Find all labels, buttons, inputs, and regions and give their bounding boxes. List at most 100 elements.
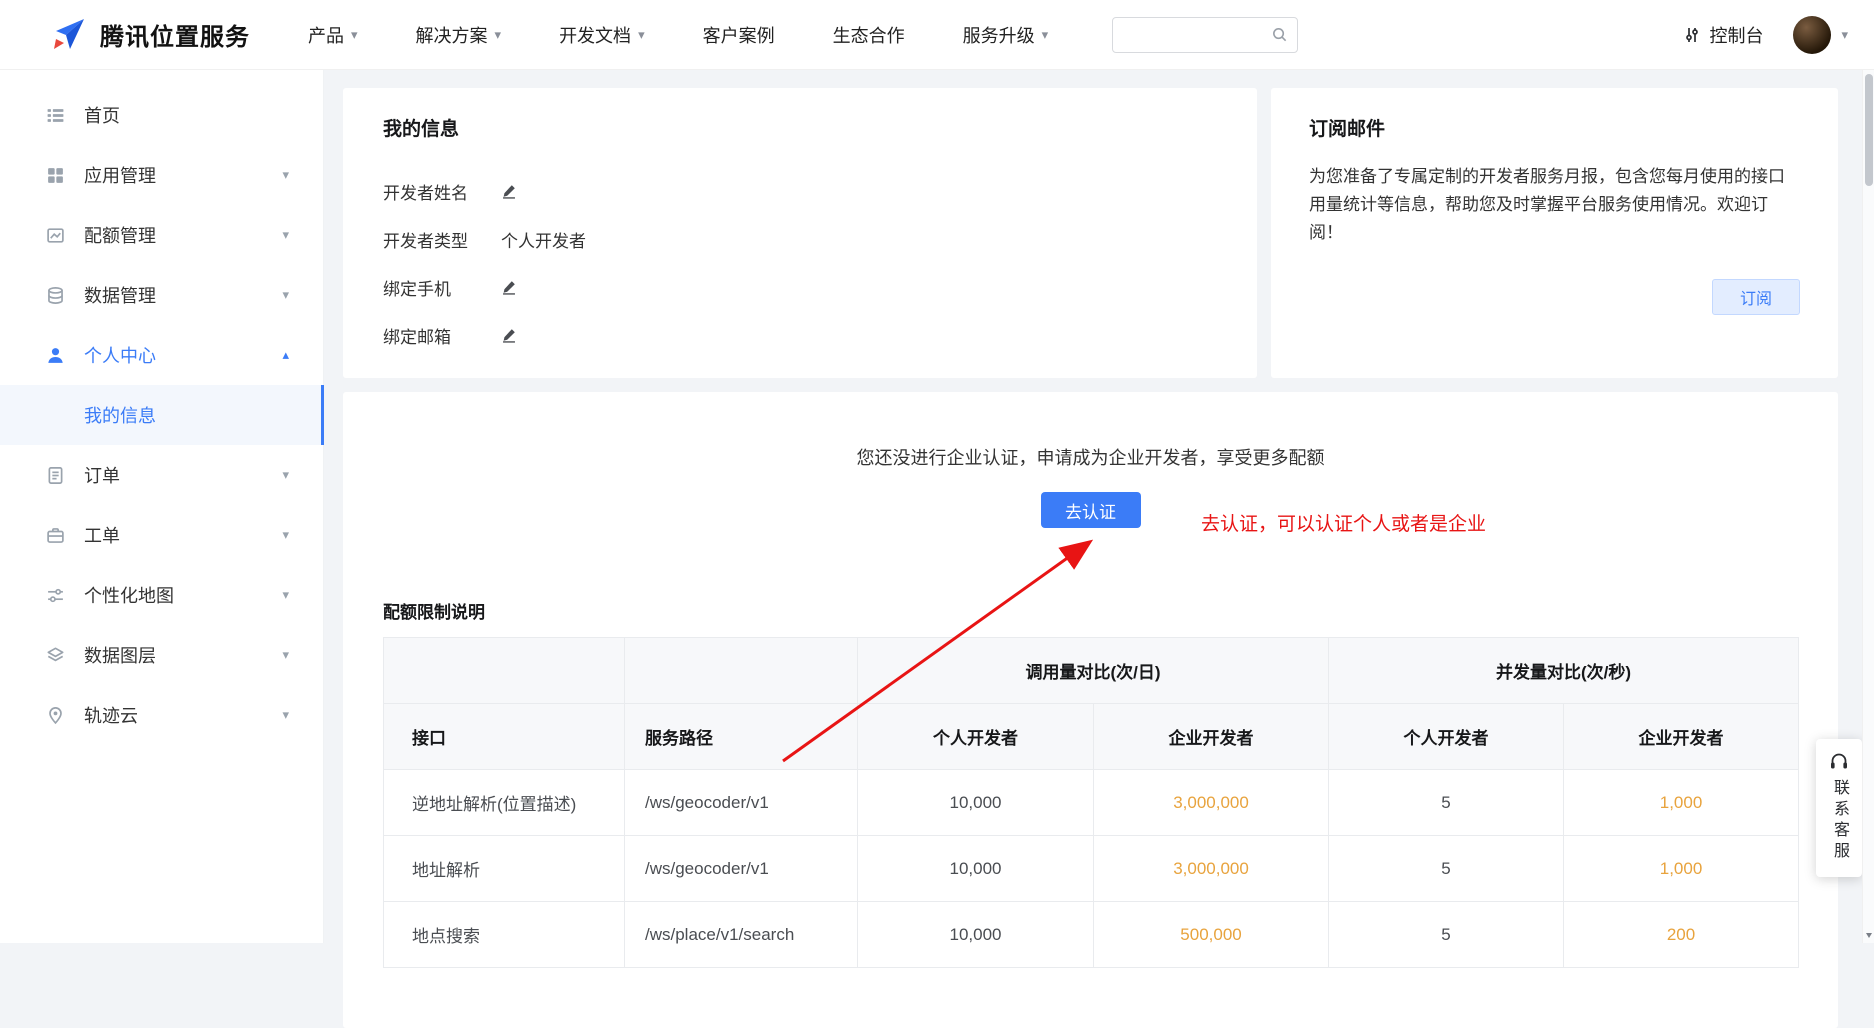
chevron-down-icon[interactable]: ▾ — [1841, 28, 1848, 41]
scroll-down-arrow[interactable] — [1866, 933, 1872, 938]
path-cell: /ws/geocoder/v1 — [625, 836, 858, 902]
sidebar-item-label: 应用管理 — [84, 162, 156, 188]
chevron-down-icon: ▾ — [282, 287, 289, 303]
nav-item-ecosystem[interactable]: 生态合作 — [833, 22, 905, 48]
sidebar-item-label: 个人中心 — [84, 342, 156, 368]
profile-row-type: 开发者类型 个人开发者 — [383, 215, 1217, 263]
headset-icon — [1829, 751, 1849, 771]
nav-item-docs[interactable]: 开发文档 ▾ — [559, 22, 645, 48]
profile-row-label: 绑定手机 — [383, 275, 501, 300]
personal-qps-cell: 5 — [1329, 836, 1564, 902]
chevron-down-icon: ▾ — [282, 227, 289, 243]
console-link[interactable]: 控制台 — [1683, 22, 1763, 48]
certification-card: 您还没进行企业认证，申请成为企业开发者，享受更多配额 去认证 去认证，可以认证个… — [343, 392, 1838, 1028]
sidebar-item-orders[interactable]: 订单 ▾ — [0, 445, 323, 505]
chevron-down-icon: ▾ — [282, 467, 289, 483]
sidebar-item-home[interactable]: 首页 — [0, 85, 323, 145]
sidebar-item-custom-map[interactable]: 个性化地图 ▾ — [0, 565, 323, 625]
sidebar-item-layers[interactable]: 数据图层 ▾ — [0, 625, 323, 685]
navbar-right: 控制台 ▾ — [1683, 16, 1848, 54]
sidebar-item-tickets[interactable]: 工单 ▾ — [0, 505, 323, 565]
scrollbar[interactable] — [1862, 70, 1874, 943]
sidebar-item-quota[interactable]: 配额管理 ▾ — [0, 205, 323, 265]
nav-item-label: 开发文档 — [559, 22, 631, 48]
sidebar-item-label: 订单 — [84, 462, 120, 488]
profile-card: 我的信息 开发者姓名 开发者类型 个人开发者 绑定手机 — [343, 88, 1257, 378]
nav-item-label: 客户案例 — [703, 22, 775, 48]
api-cell: 逆地址解析(位置描述) — [384, 770, 625, 836]
enterprise-qps-cell: 1,000 — [1564, 836, 1799, 902]
sidebar-item-track-cloud[interactable]: 轨迹云 ▾ — [0, 685, 323, 745]
edit-icon[interactable] — [501, 327, 517, 343]
primary-nav: 产品 ▾ 解决方案 ▾ 开发文档 ▾ 客户案例 生态合作 服务升级 ▾ — [308, 22, 1048, 48]
sidebar-subitem-my-info[interactable]: 我的信息 — [0, 385, 323, 445]
developer-type-value: 个人开发者 — [501, 227, 586, 252]
sidebar-item-label: 工单 — [84, 522, 120, 548]
column-header-personal: 个人开发者 — [858, 704, 1094, 770]
go-certify-button[interactable]: 去认证 — [1041, 492, 1141, 528]
nav-item-upgrade[interactable]: 服务升级 ▾ — [963, 22, 1049, 48]
quota-chart-icon — [46, 225, 66, 245]
brand[interactable]: 腾讯位置服务 — [48, 15, 250, 55]
chevron-down-icon: ▾ — [282, 587, 289, 603]
console-icon — [1683, 26, 1701, 44]
sidebar-item-label: 个性化地图 — [84, 582, 174, 608]
order-document-icon — [46, 465, 66, 485]
enterprise-daily-cell: 3,000,000 — [1094, 836, 1329, 902]
quota-table: 调用量对比(次/日) 并发量对比(次/秒) 接口 服务路径 个人开发者 企业开发… — [383, 637, 1799, 968]
search-icon[interactable] — [1261, 26, 1297, 43]
subscribe-card-title: 订阅邮件 — [1309, 114, 1800, 141]
chevron-down-icon: ▾ — [495, 28, 502, 41]
database-icon — [46, 285, 66, 305]
enterprise-qps-cell: 1,000 — [1564, 770, 1799, 836]
table-row: 地点搜索 /ws/place/v1/search 10,000 500,000 … — [384, 902, 1799, 968]
sidebar-item-personal-center[interactable]: 个人中心 ▴ — [0, 325, 323, 385]
table-row: 地址解析 /ws/geocoder/v1 10,000 3,000,000 5 … — [384, 836, 1799, 902]
group-header-daily-calls: 调用量对比(次/日) — [858, 638, 1329, 704]
sidebar-subitem-label: 我的信息 — [84, 402, 156, 428]
profile-row-name: 开发者姓名 — [383, 167, 1217, 215]
layers-icon — [46, 645, 66, 665]
nav-item-products[interactable]: 产品 ▾ — [308, 22, 358, 48]
column-header-enterprise: 企业开发者 — [1094, 704, 1329, 770]
personal-qps-cell: 5 — [1329, 902, 1564, 968]
sidebar-item-label: 首页 — [84, 102, 120, 128]
edit-icon[interactable] — [501, 183, 517, 199]
table-group-header-row: 调用量对比(次/日) 并发量对比(次/秒) — [384, 638, 1799, 704]
edit-icon[interactable] — [501, 279, 517, 295]
search-box[interactable] — [1112, 17, 1298, 53]
nav-item-cases[interactable]: 客户案例 — [703, 22, 775, 48]
scrollbar-thumb[interactable] — [1865, 74, 1873, 186]
console-label: 控制台 — [1709, 22, 1763, 48]
column-header-api: 接口 — [384, 704, 625, 770]
path-cell: /ws/place/v1/search — [625, 902, 858, 968]
sidebar-item-apps[interactable]: 应用管理 ▾ — [0, 145, 323, 205]
avatar[interactable] — [1793, 16, 1831, 54]
subscribe-button[interactable]: 订阅 — [1712, 279, 1800, 315]
sidebar-item-label: 轨迹云 — [84, 702, 138, 728]
profile-card-title: 我的信息 — [383, 114, 1217, 141]
chevron-down-icon: ▾ — [282, 527, 289, 543]
enterprise-daily-cell: 3,000,000 — [1094, 770, 1329, 836]
contact-support-tab[interactable]: 联系客服 — [1816, 739, 1862, 877]
profile-row-label: 绑定邮箱 — [383, 323, 501, 348]
sliders-icon — [46, 585, 66, 605]
sidebar-item-data[interactable]: 数据管理 ▾ — [0, 265, 323, 325]
cert-notice: 您还没进行企业认证，申请成为企业开发者，享受更多配额 — [343, 444, 1838, 470]
column-header-path: 服务路径 — [625, 704, 858, 770]
blank-header-cell — [625, 638, 858, 704]
nav-item-label: 生态合作 — [833, 22, 905, 48]
personal-qps-cell: 5 — [1329, 770, 1564, 836]
annotation-text: 去认证，可以认证个人或者是企业 — [1201, 509, 1486, 536]
nav-item-solutions[interactable]: 解决方案 ▾ — [416, 22, 502, 48]
sidebar-item-label: 数据图层 — [84, 642, 156, 668]
search-input[interactable] — [1113, 18, 1261, 52]
brand-name[interactable]: 腾讯位置服务 — [100, 17, 250, 52]
api-cell: 地址解析 — [384, 836, 625, 902]
blank-header-cell — [384, 638, 625, 704]
chevron-down-icon: ▾ — [282, 167, 289, 183]
nav-item-label: 产品 — [308, 22, 344, 48]
sidebar-item-label: 配额管理 — [84, 222, 156, 248]
enterprise-qps-cell: 200 — [1564, 902, 1799, 968]
group-header-concurrency: 并发量对比(次/秒) — [1329, 638, 1799, 704]
